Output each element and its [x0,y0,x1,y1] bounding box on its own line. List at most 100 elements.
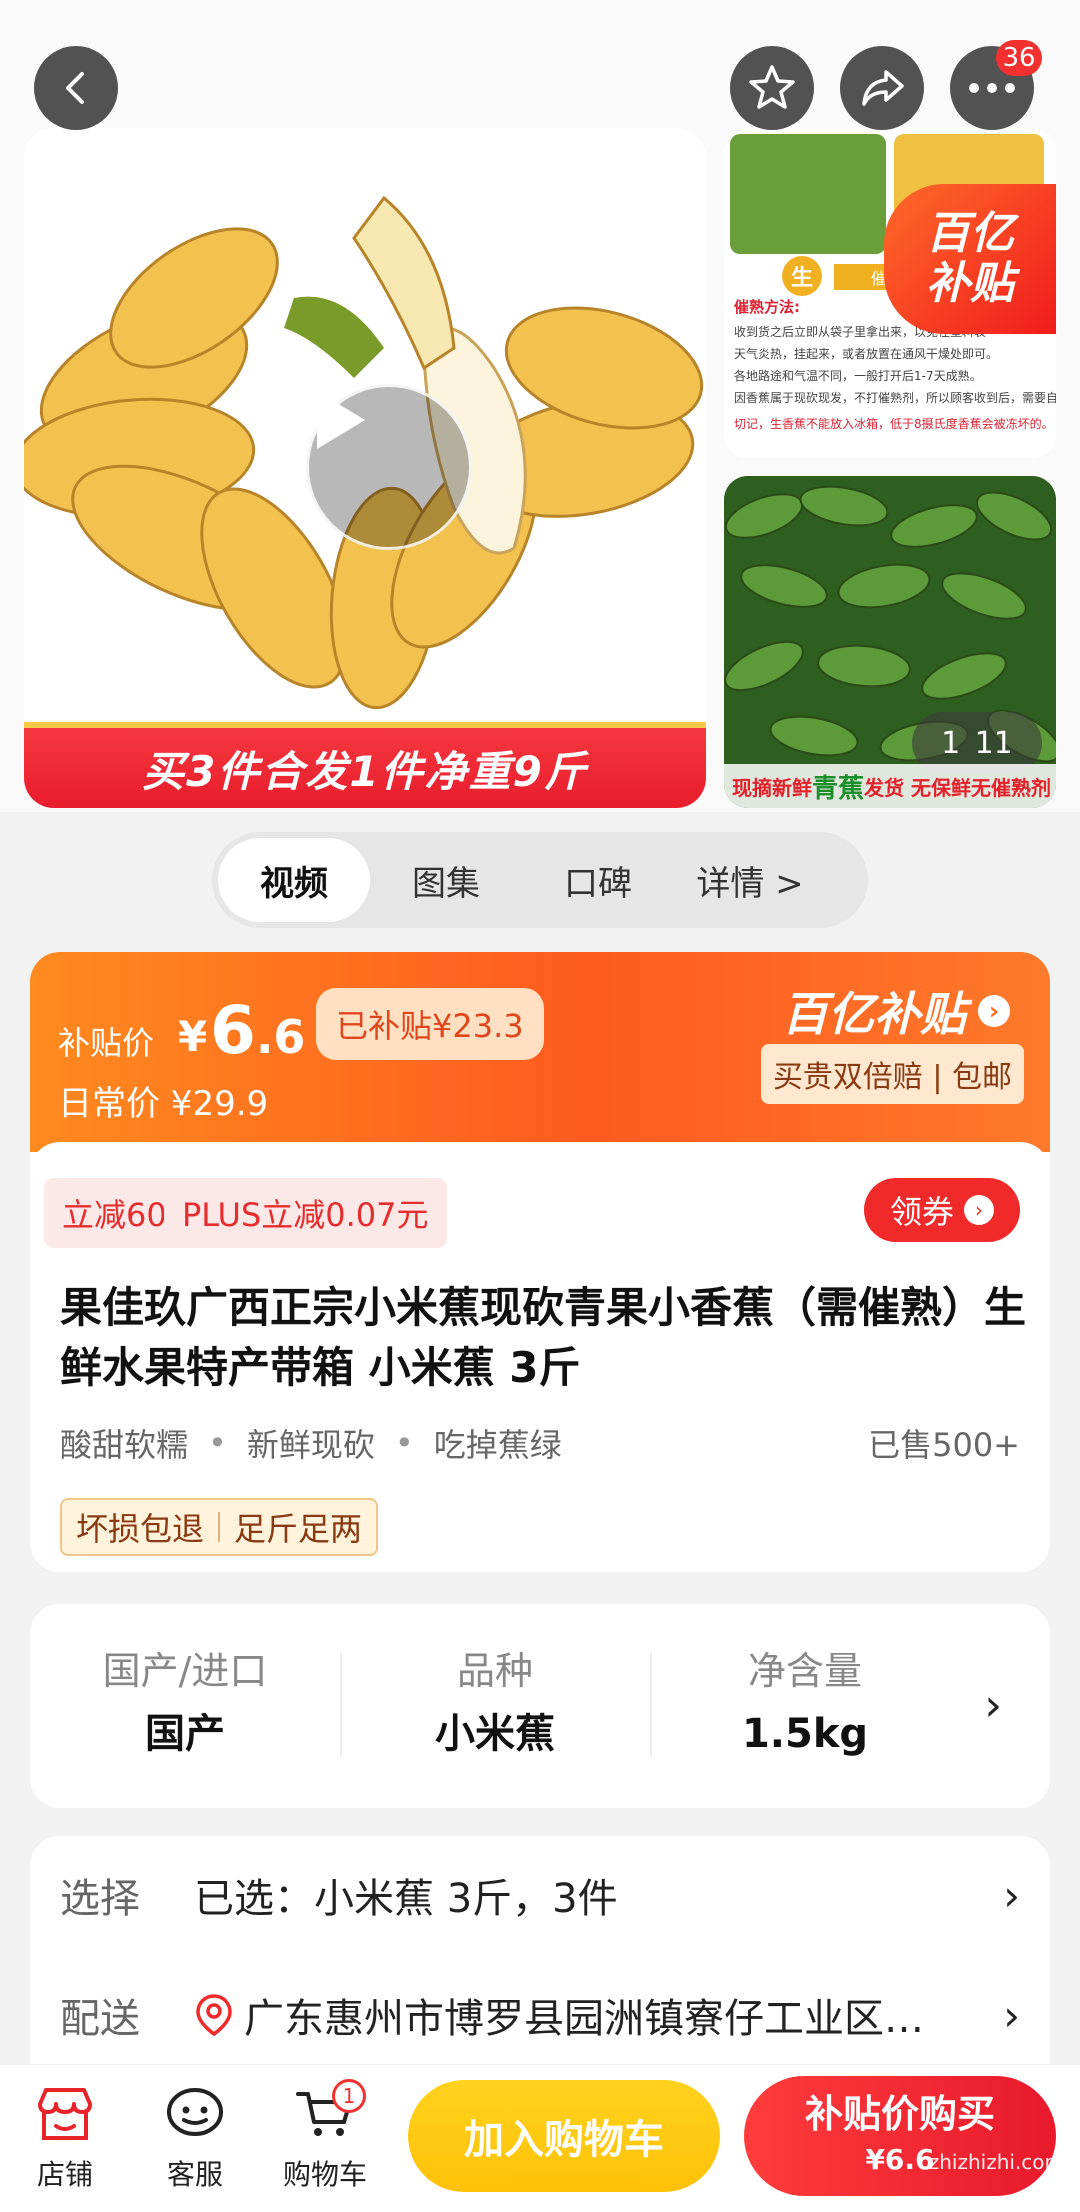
play-icon [317,391,365,449]
select-variant-row[interactable]: 选择 已选：小米蕉 3斤，3件 › [60,1860,1020,1930]
subsidized-amount-badge: 已补贴¥23.3 [316,988,544,1060]
price-currency: ¥ [178,1012,208,1061]
feature-item: 吃掉蕉绿 [433,1426,562,1464]
feature-separator: • [394,1424,414,1462]
play-video-button[interactable] [306,384,472,550]
coupon-plus[interactable]: PLUS立减0.07元 [164,1178,447,1248]
selected-variant: 已选：小米蕉 3斤，3件 [194,1876,618,1922]
main-image-caption: 买3件合发1件净重9斤 [24,722,706,808]
price-int: 6 [210,992,256,1069]
shop-label: 店铺 [36,2158,93,2191]
spec-variety: 品种 小米蕉 [340,1643,650,1769]
cart-button[interactable]: 1 购物车 [270,2079,380,2193]
site-watermark: zhizhizhi.com [928,2150,1064,2174]
select-label: 选择 [60,1876,140,1922]
subsidy-badge-line2: 补贴 [926,258,1014,309]
subsidy-price-label: 补贴价 [58,1024,155,1062]
tab-reviews[interactable]: 口碑 [522,838,674,922]
gallery-thumb-green-bananas[interactable]: 1 11 现摘新鲜 青蕉 发货 无保鲜无催熟剂 [724,476,1056,808]
chevron-right-icon: › [978,995,1010,1027]
subsidy-brand-link[interactable]: 百亿补贴 › [782,978,1010,1044]
tab-details[interactable]: 详情 > [674,838,826,922]
share-button[interactable] [840,46,924,130]
buy-button-label: 补贴价购买 [804,2092,995,2136]
guarantee-item: 足斤足两 [234,1510,363,1548]
ripening-note: 因香蕉属于现砍现发，不打催熟剂，所以顾客收到后，需要自行催熟。 [734,391,1056,405]
gallery-thumb-instructions[interactable]: 生 催 催熟方法: 收到货之后立即从袋子里拿出来，以免在塑料袋 天气炎热，挂起来… [724,128,1056,458]
daily-price: 日常价 ¥29.9 [58,1084,269,1124]
subsidy-badge-line1: 百亿 [926,208,1014,259]
main-video-thumbnail[interactable]: 买3件合发1件净重9斤 [24,128,706,808]
ripening-note: 切记，生香蕉不能放入冰箱，低于8摄氏度香蕉会被冻坏的。 [734,417,1054,431]
more-button[interactable]: 36 [950,40,1042,130]
shop-button[interactable]: 店铺 [10,2079,120,2193]
spec-origin: 国产/进口 国产 [30,1643,340,1769]
ripening-note: 天气炎热，挂起来，或者放置在通风干燥处即可。 [734,347,999,361]
ripening-note: 各地路途和气温不同，一般打开后1-7天成熟。 [734,369,982,383]
subsidy-price-banner: 补贴价 ¥ 6.6 已补贴¥23.3 日常价 ¥29.9 百亿补贴 › 买贵双倍… [30,952,1050,1152]
subsidy-badge: 百亿 补贴 [884,184,1056,334]
guarantee-divider [218,1512,221,1542]
spec-value: 小米蕉 [435,1711,555,1757]
product-title: 果佳玖广西正宗小米蕉现砍青果小香蕉（需催熟）生鲜水果特产带箱 小米蕉 3斤 [60,1283,1027,1392]
feature-row: 酸甜软糯 • 新鲜现砍 • 吃掉蕉绿 已售500+ [60,1418,1020,1468]
spec-net-weight: 净含量 1.5kg [650,1643,960,1769]
raw-tag: 生 [782,256,822,296]
product-info-area: 立减60 PLUS立减0.07元 领券 › 果佳玖广西正宗小米蕉现砍青果小香蕉（… [30,1142,1050,1572]
subsidy-price-value: 6.6 [210,992,305,1069]
service-guarantee[interactable]: 坏损包退 足斤足两 [60,1498,379,1556]
buy-now-button[interactable]: 补贴价购买 ¥6.6 [744,2076,1056,2196]
service-label: 客服 [166,2158,223,2191]
counter-current: 1 [941,725,961,761]
caption-highlight: 青蕉 [812,773,865,804]
back-button[interactable] [34,46,118,130]
sold-count: 已售500+ [868,1426,1020,1464]
more-dots-icon [969,83,1015,93]
caption-part-a: 现摘新鲜 [732,775,812,800]
subsidy-brand-label: 百亿补贴 [782,987,966,1041]
green-banana-caption: 现摘新鲜 青蕉 发货 无保鲜无催熟剂 [724,764,1056,808]
tab-gallery[interactable]: 图集 [370,838,522,922]
spec-summary[interactable]: 国产/进口 国产 品种 小米蕉 净含量 1.5kg › [30,1604,1050,1808]
product-gallery[interactable]: 买3件合发1件净重9斤 生 催 催熟方法: 收到货之后立即从袋子里拿出来，以免在… [0,0,1080,812]
green-banana-photo [730,134,886,254]
star-icon [749,65,795,109]
price-dec: .6 [255,1010,306,1064]
guarantee-item: 坏损包退 [76,1510,205,1548]
feature-item: 酸甜软糯 [60,1426,189,1464]
location-pin-icon [196,1994,232,2037]
get-coupon-label: 领券 [889,1193,954,1231]
shipping-label: 配送 [60,1996,140,2042]
cart-count-badge: 1 [332,2079,366,2113]
add-to-cart-button[interactable]: 加入购物车 [408,2080,720,2192]
shop-icon [38,2088,92,2140]
spec-key: 净含量 [747,1649,862,1693]
caption-part-b: 发货 无保鲜无催熟剂 [864,775,1051,800]
favorite-button[interactable] [730,46,814,130]
shipping-row[interactable]: 配送 广东惠州市博罗县园洲镇寮仔工业区… › [60,1980,1020,2050]
chat-icon [167,2088,223,2136]
purchase-options: 选择 已选：小米蕉 3斤，3件 › 配送 广东惠州市博罗县园洲镇寮仔工业区… › [30,1836,1050,2096]
spec-key: 品种 [456,1649,533,1693]
tab-video[interactable]: 视频 [218,838,370,922]
shipping-address: 广东惠州市博罗县园洲镇寮仔工业区… [244,1996,924,2042]
share-icon [862,70,904,106]
feature-item: 新鲜现砍 [246,1426,375,1464]
chevron-right-icon[interactable]: › [984,1680,1002,1731]
chevron-right-icon: › [1003,1990,1020,2040]
message-count-badge: 36 [996,40,1042,76]
product-info-card: 补贴价 ¥ 6.6 已补贴¥23.3 日常价 ¥29.9 百亿补贴 › 买贵双倍… [30,952,1050,1572]
price-guarantee-tag[interactable]: 买贵双倍赔 | 包邮 [760,1044,1024,1104]
feature-separator: • [208,1424,227,1462]
counter-total: 11 [974,725,1013,761]
get-coupon-button[interactable]: 领券 › [864,1178,1020,1242]
ripening-title: 催熟方法: [734,298,800,316]
spec-value: 1.5kg [741,1711,869,1757]
customer-service-button[interactable]: 客服 [140,2079,250,2193]
chevron-left-icon [66,72,84,104]
chevron-right-icon: › [1003,1870,1020,1920]
spec-value: 国产 [145,1711,225,1757]
spec-key: 国产/进口 [102,1649,268,1693]
chevron-right-icon: › [964,1195,994,1225]
section-tabs: 视频 图集 口碑 详情 > [212,832,868,928]
